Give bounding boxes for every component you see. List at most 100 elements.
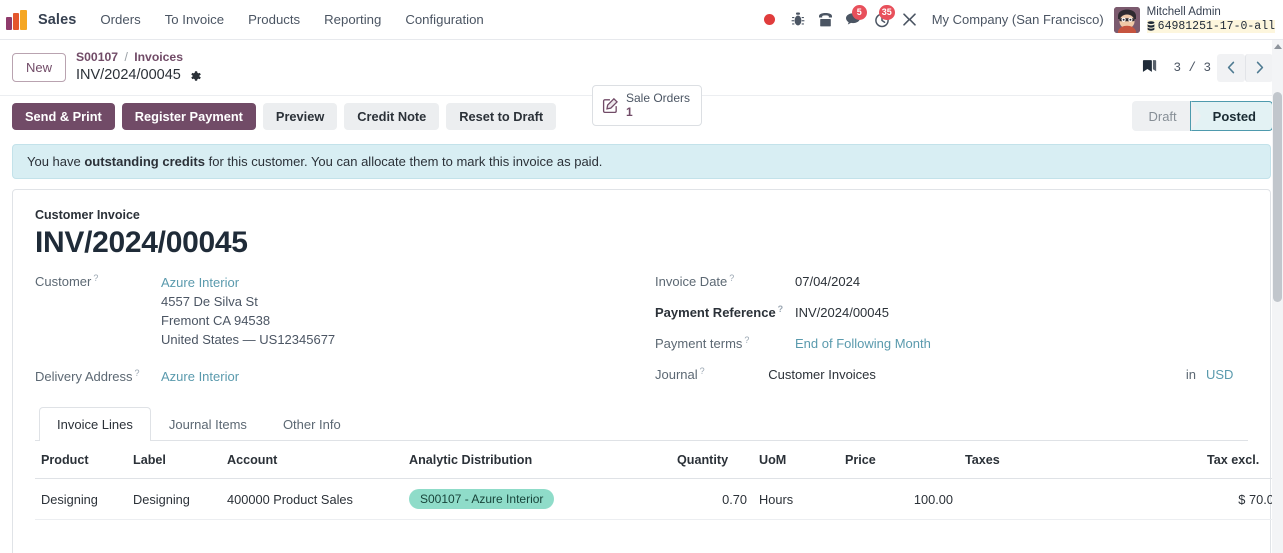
new-button[interactable]: New — [12, 53, 67, 82]
credit-note-button[interactable]: Credit Note — [344, 102, 440, 130]
avatar[interactable] — [1113, 6, 1140, 33]
menu-to-invoice[interactable]: To Invoice — [153, 0, 236, 39]
invoice-date-value[interactable]: 07/04/2024 — [795, 274, 860, 289]
column-taxes: Taxes — [959, 441, 1201, 480]
breadcrumb: S00107 / Invoices INV/2024/00045 — [76, 49, 202, 85]
dialpad-icon[interactable] — [812, 5, 840, 35]
cell-uom[interactable]: Hours — [753, 478, 839, 521]
column-analytic-distribution: Analytic Distribution — [403, 441, 671, 480]
alert-text-after: for this customer. You can allocate them… — [204, 154, 603, 169]
table-header-row: Product Label Account Analytic Distribut… — [35, 441, 1283, 480]
chevron-left-icon — [1227, 61, 1235, 74]
journal-label-text: Journal — [655, 367, 698, 382]
payment-reference-value[interactable]: INV/2024/00045 — [795, 305, 889, 320]
wrench-icon[interactable] — [896, 5, 924, 35]
help-tooltip-icon[interactable]: ? — [700, 367, 705, 376]
cell-analytic-distribution[interactable]: S00107 - Azure Interior — [403, 478, 671, 521]
cell-quantity[interactable]: 0.70 — [671, 478, 753, 521]
red-dot-icon[interactable] — [756, 5, 784, 35]
sale-orders-smart-button[interactable]: Sale Orders 1 — [592, 85, 703, 126]
cell-tax-excl[interactable]: $ 70.00 — [1201, 478, 1283, 521]
scrollbar-thumb[interactable] — [1273, 92, 1282, 302]
breadcrumb-item-s00107[interactable]: S00107 — [76, 50, 118, 64]
database-icon — [1147, 21, 1155, 31]
delivery-address-value[interactable]: Azure Interior — [161, 369, 239, 384]
preview-button[interactable]: Preview — [262, 102, 338, 130]
cell-account[interactable]: 400000 Product Sales — [221, 478, 403, 521]
document-type-label: Customer Invoice — [35, 208, 140, 222]
activities-badge: 35 — [878, 4, 895, 20]
pager-previous-button[interactable] — [1217, 53, 1245, 82]
cell-product[interactable]: Designing — [35, 478, 127, 521]
database-name: 64981251-17-0-all — [1146, 19, 1275, 33]
menu-reporting[interactable]: Reporting — [312, 0, 393, 39]
breadcrumb-separator: / — [124, 50, 128, 65]
help-tooltip-icon[interactable]: ? — [778, 305, 784, 314]
bookmark-icon[interactable] — [1140, 58, 1159, 77]
delivery-address-label-text: Delivery Address — [35, 369, 133, 385]
sheet-background: Customer Invoice INV/2024/00045 Customer… — [0, 179, 1283, 553]
invoice-sheet: Customer Invoice INV/2024/00045 Customer… — [12, 189, 1283, 553]
customer-address-line-1: 4557 De Silva St — [161, 294, 258, 309]
cell-label[interactable]: Designing — [127, 478, 221, 521]
scrollbar-up-arrow[interactable] — [1272, 40, 1283, 52]
bug-icon[interactable] — [784, 5, 812, 35]
pager-next-button[interactable] — [1245, 53, 1273, 82]
register-payment-button[interactable]: Register Payment — [121, 102, 256, 130]
help-tooltip-icon[interactable]: ? — [93, 274, 98, 283]
notebook-tabs: Invoice Lines Journal Items Other Info — [35, 407, 1248, 442]
odoo-logo-icon[interactable] — [6, 9, 30, 30]
help-tooltip-icon[interactable]: ? — [729, 274, 734, 283]
reset-to-draft-button[interactable]: Reset to Draft — [446, 102, 557, 130]
notebook: Invoice Lines Journal Items Other Info P… — [35, 407, 1283, 521]
customer-value[interactable]: Azure Interior — [161, 275, 239, 290]
chevron-right-icon — [1256, 61, 1263, 74]
status-draft[interactable]: Draft — [1132, 101, 1201, 131]
user-name: Mitchell Admin — [1146, 6, 1221, 19]
field-journal: Journal? Customer Invoices in USD — [655, 367, 1248, 383]
breadcrumb-item-invoices[interactable]: Invoices — [134, 50, 183, 64]
pager-area: 3 / 3 — [1140, 53, 1273, 82]
app-name-sales[interactable]: Sales — [34, 12, 88, 28]
menu-products[interactable]: Products — [236, 0, 312, 39]
field-groups: Customer? Azure Interior 4557 De Silva S… — [35, 274, 1248, 391]
pager-value[interactable]: 3 / 3 — [1173, 61, 1211, 75]
column-account: Account — [221, 441, 403, 480]
currency-value[interactable]: USD — [1206, 367, 1248, 382]
journal-value[interactable]: Customer Invoices — [768, 367, 876, 382]
table-row[interactable]: Designing Designing 400000 Product Sales… — [35, 478, 1283, 521]
invoice-date-label-text: Invoice Date — [655, 274, 728, 289]
field-group-right: Invoice Date? 07/04/2024 Payment Referen… — [655, 274, 1248, 391]
analytic-tag[interactable]: S00107 - Azure Interior — [409, 489, 555, 510]
menu-orders[interactable]: Orders — [88, 0, 152, 39]
help-tooltip-icon[interactable]: ? — [744, 336, 749, 345]
smart-button-label: Sale Orders — [626, 91, 691, 105]
cell-price[interactable]: 100.00 — [839, 478, 959, 521]
menu-configuration[interactable]: Configuration — [393, 0, 495, 39]
outstanding-credits-alert: You have outstanding credits for this cu… — [12, 144, 1271, 179]
tab-invoice-lines[interactable]: Invoice Lines — [39, 407, 151, 442]
send-and-print-button[interactable]: Send & Print — [12, 102, 115, 130]
tab-other-info[interactable]: Other Info — [265, 407, 359, 441]
user-menu[interactable]: Mitchell Admin 64981251-17-0-all — [1146, 6, 1275, 33]
column-tax-excl: Tax excl. — [1201, 441, 1283, 480]
status-posted[interactable]: Posted — [1189, 101, 1273, 131]
help-tooltip-icon[interactable]: ? — [135, 369, 140, 378]
vertical-scrollbar[interactable] — [1272, 40, 1283, 553]
messages-badge: 5 — [851, 4, 867, 20]
payment-terms-value[interactable]: End of Following Month — [795, 336, 931, 351]
clock-icon[interactable]: 35 — [868, 4, 896, 35]
field-invoice-date: Invoice Date? 07/04/2024 — [655, 274, 1248, 290]
alert-text-bold[interactable]: outstanding credits — [84, 154, 205, 169]
status-bar: Draft Posted — [1132, 101, 1273, 131]
chat-bubble-icon[interactable]: 5 — [840, 4, 868, 35]
field-payment-reference: Payment Reference? INV/2024/00045 — [655, 305, 1248, 321]
company-selector[interactable]: My Company (San Francisco) — [924, 12, 1114, 27]
payment-terms-label: Payment terms? — [655, 336, 795, 352]
cell-taxes[interactable] — [959, 478, 1201, 521]
column-product: Product — [35, 441, 127, 480]
tab-journal-items[interactable]: Journal Items — [151, 407, 265, 441]
smart-button-count: 1 — [626, 105, 633, 120]
journal-label: Journal? — [655, 367, 768, 383]
gear-icon[interactable] — [188, 69, 202, 83]
